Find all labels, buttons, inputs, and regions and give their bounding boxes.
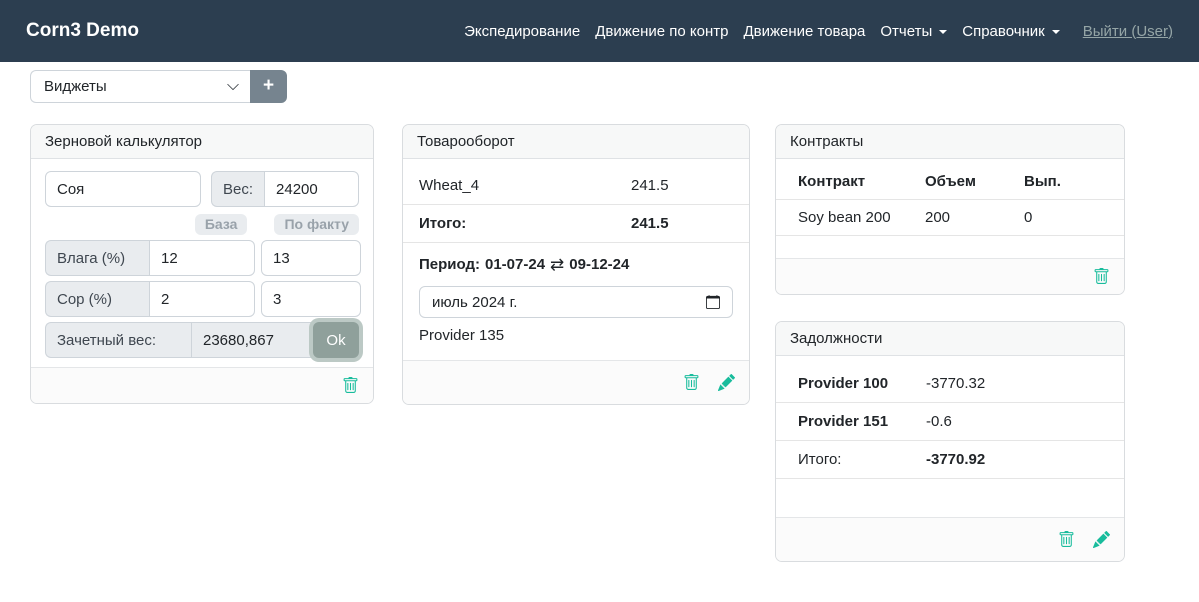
turnover-row: Wheat_4 241.5	[403, 167, 749, 205]
calendar-icon	[706, 295, 720, 309]
grain-calculator-card: Зерновой калькулятор Вес: База По факту …	[30, 124, 374, 404]
chevron-down-icon	[226, 80, 240, 94]
contract-volume: 200	[925, 200, 1024, 236]
moisture-label: Влага (%)	[45, 240, 149, 276]
debts-total-row: Итого: -3770.92	[776, 441, 1124, 479]
base-column-badge: База	[195, 214, 248, 235]
pencil-icon	[1093, 531, 1110, 548]
period-label: Период:	[419, 256, 480, 273]
edit-widget-button[interactable]	[718, 374, 735, 391]
period-line: Период: 01-07-24 ⇄ 09-12-24	[403, 243, 749, 284]
widgets-select[interactable]: Виджеты	[30, 70, 250, 103]
nav-item-expedition[interactable]: Экспедирование	[464, 23, 580, 40]
trash-icon	[1058, 531, 1075, 548]
turnover-body: Wheat_4 241.5 Итого: 241.5 Период: 01-07…	[403, 159, 749, 360]
caret-down-icon	[939, 30, 947, 34]
turnover-total-value: 241.5	[631, 215, 669, 232]
moisture-fact-input[interactable]	[261, 240, 361, 276]
period-to: 09-12-24	[569, 256, 629, 273]
turnover-total-label: Итого:	[419, 215, 631, 232]
trash-icon	[1093, 268, 1110, 285]
contracts-table: Контракт Объем Вып. Soy bean 200 200 0	[776, 164, 1124, 236]
crop-input[interactable]	[45, 171, 201, 207]
widgets-area: Зерновой калькулятор Вес: База По факту …	[0, 124, 1199, 562]
debts-title: Задолжности	[776, 322, 1124, 356]
contracts-body: Контракт Объем Вып. Soy bean 200 200 0	[776, 164, 1124, 258]
app-brand[interactable]: Corn3 Demo	[26, 20, 139, 42]
nav-item-contract-movement[interactable]: Движение по контр	[595, 23, 728, 40]
debts-total-value: -3770.92	[926, 451, 985, 468]
delete-widget-button[interactable]	[1058, 531, 1075, 548]
turnover-title: Товарооборот	[403, 125, 749, 159]
contracts-header-row: Контракт Объем Вып.	[776, 164, 1124, 200]
grain-calculator-footer	[31, 367, 373, 403]
nav-item-directory-dropdown[interactable]: Справочник	[962, 23, 1060, 40]
weight-label: Вес:	[211, 171, 264, 207]
widget-bar: Виджеты +	[30, 70, 1199, 103]
impurity-base-input[interactable]	[149, 281, 255, 317]
nav-item-directory-label: Справочник	[962, 23, 1045, 40]
debt-row: Provider 151 -0.6	[776, 403, 1124, 441]
impurity-label: Сор (%)	[45, 281, 149, 317]
contract-done: 0	[1024, 200, 1124, 236]
debts-total-label: Итого:	[798, 451, 926, 468]
delete-widget-button[interactable]	[683, 374, 700, 391]
net-weight-label: Зачетный вес:	[45, 322, 191, 358]
edit-widget-button[interactable]	[1093, 531, 1110, 548]
debt-provider-value: -3770.32	[926, 375, 985, 392]
net-weight-value	[191, 322, 313, 358]
month-picker-value: июль 2024 г.	[432, 294, 517, 311]
nav-item-goods-movement[interactable]: Движение товара	[743, 23, 865, 40]
calculate-ok-button[interactable]: Ok	[313, 322, 359, 358]
turnover-item-name: Wheat_4	[419, 177, 631, 194]
turnover-total-row: Итого: 241.5	[403, 205, 749, 243]
delete-widget-button[interactable]	[342, 377, 359, 394]
trash-icon	[683, 374, 700, 391]
contract-name: Soy bean 200	[776, 200, 925, 236]
month-picker-input[interactable]: июль 2024 г.	[419, 286, 733, 318]
table-row: Soy bean 200 200 0	[776, 200, 1124, 236]
swap-arrows-icon: ⇄	[550, 256, 564, 273]
nav-items: Экспедирование Движение по контр Движени…	[464, 23, 1173, 40]
contracts-col-volume: Объем	[925, 164, 1024, 200]
weight-input[interactable]	[264, 171, 359, 207]
moisture-base-input[interactable]	[149, 240, 255, 276]
trash-icon	[342, 377, 359, 394]
nav-item-reports-dropdown[interactable]: Отчеты	[880, 23, 947, 40]
period-from: 01-07-24	[485, 256, 545, 273]
grain-calculator-title: Зерновой калькулятор	[31, 125, 373, 159]
debt-row: Provider 100 -3770.32	[776, 365, 1124, 403]
fact-column-badge: По факту	[274, 214, 359, 235]
grain-calculator-body: Вес: База По факту Влага (%)	[31, 159, 373, 367]
provider-label: Provider 135	[403, 325, 749, 360]
debts-body: Provider 100 -3770.32 Provider 151 -0.6 …	[776, 356, 1124, 517]
impurity-fact-input[interactable]	[261, 281, 361, 317]
turnover-footer	[403, 360, 749, 404]
add-widget-button[interactable]: +	[250, 70, 287, 103]
debt-provider-name: Provider 100	[798, 375, 926, 392]
debts-card: Задолжности Provider 100 -3770.32 Provid…	[775, 321, 1125, 562]
contracts-footer	[776, 258, 1124, 294]
debt-provider-value: -0.6	[926, 413, 952, 430]
delete-widget-button[interactable]	[1093, 268, 1110, 285]
turnover-card: Товарооборот Wheat_4 241.5 Итого: 241.5 …	[402, 124, 750, 405]
debts-footer	[776, 517, 1124, 561]
turnover-item-value: 241.5	[631, 177, 669, 194]
contracts-card: Контракты Контракт Объем Вып. Soy bean 2…	[775, 124, 1125, 295]
contracts-col-contract: Контракт	[776, 164, 925, 200]
widgets-select-value: Виджеты	[44, 78, 107, 95]
caret-down-icon	[1052, 30, 1060, 34]
contracts-col-done: Вып.	[1024, 164, 1124, 200]
top-navbar: Corn3 Demo Экспедирование Движение по ко…	[0, 0, 1199, 62]
nav-item-reports-label: Отчеты	[880, 23, 932, 40]
logout-link[interactable]: Выйти (User)	[1083, 23, 1173, 40]
debt-provider-name: Provider 151	[798, 413, 926, 430]
contracts-title: Контракты	[776, 125, 1124, 159]
pencil-icon	[718, 374, 735, 391]
